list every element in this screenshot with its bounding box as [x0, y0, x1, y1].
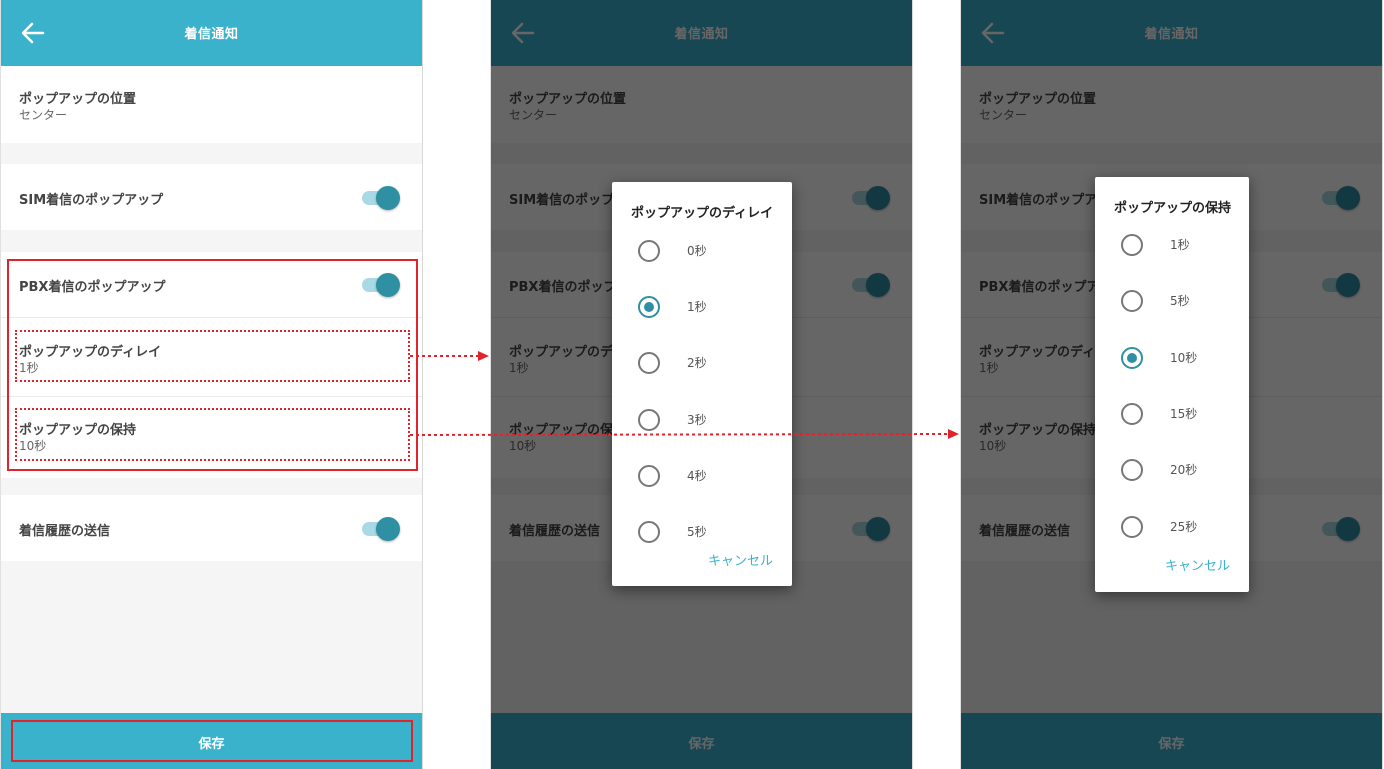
arrow-head	[948, 429, 959, 439]
arrow-to-hold-dialog	[409, 433, 949, 436]
annotation-arrows	[409, 351, 959, 439]
arrow-head	[478, 351, 489, 361]
